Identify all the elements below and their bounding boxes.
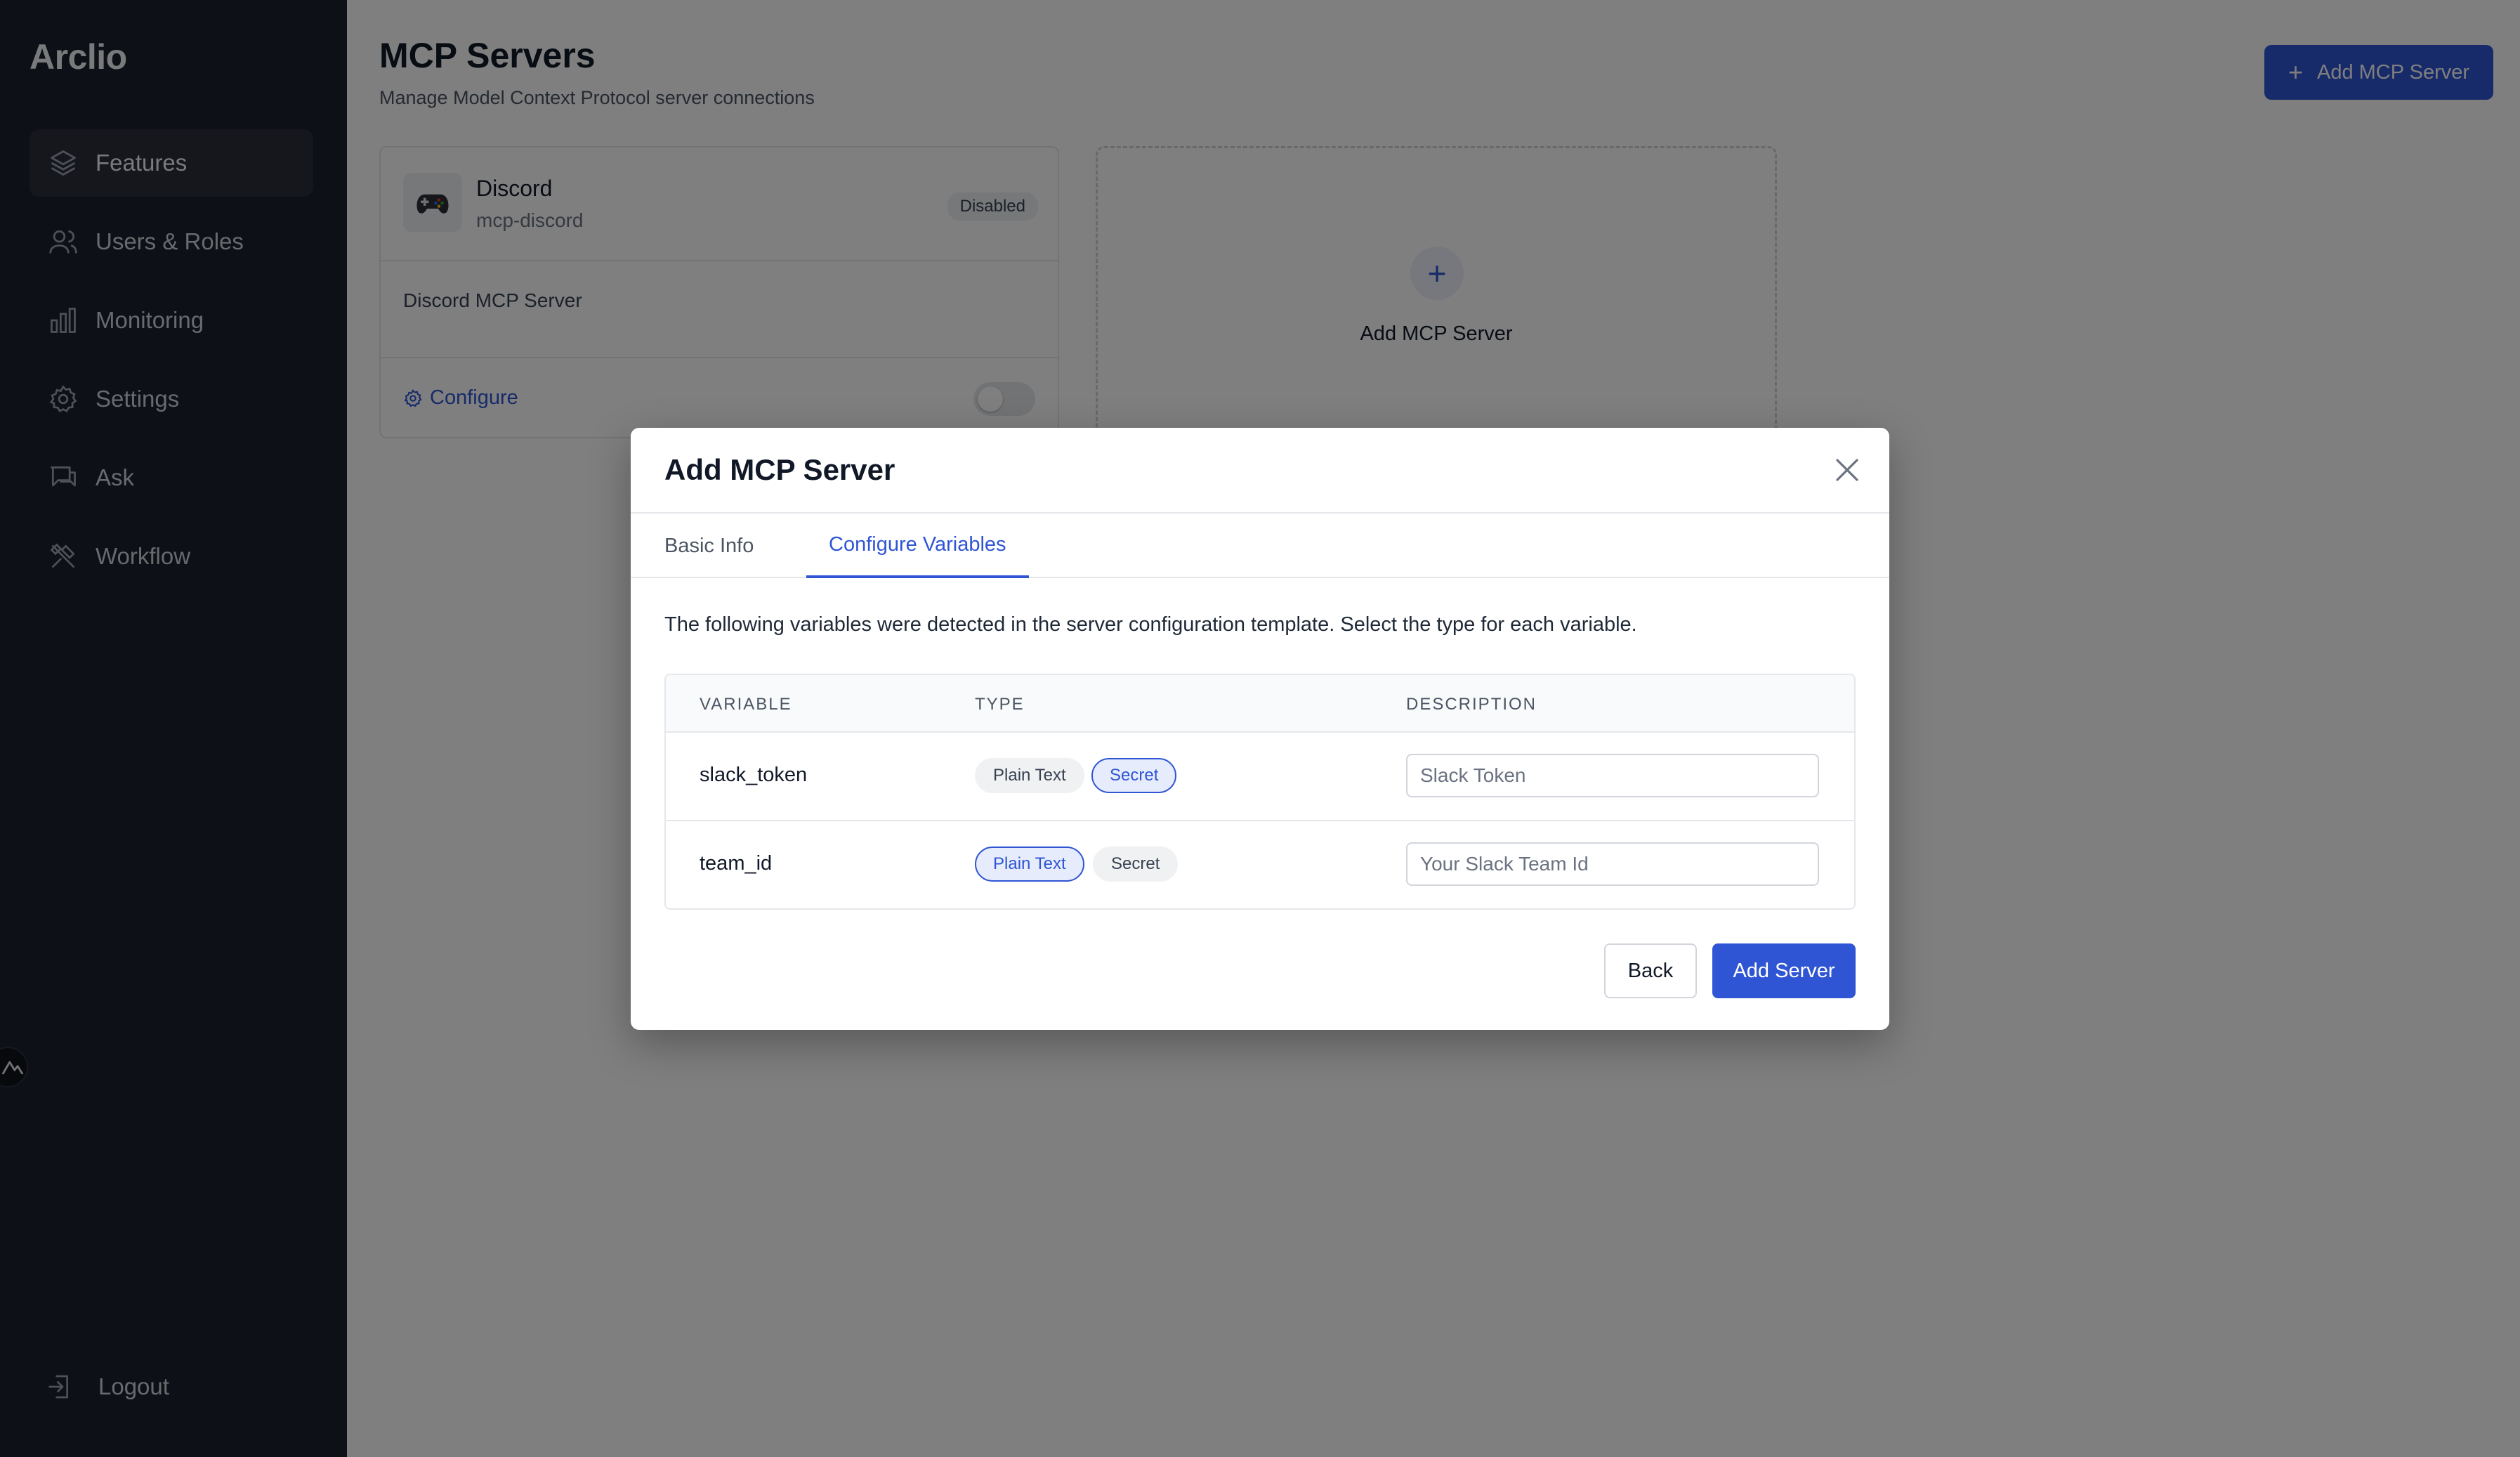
add-mcp-server-modal: Add MCP Server Basic Info Configure Vari… [631,428,1889,1030]
back-button[interactable]: Back [1604,943,1697,998]
add-server-button[interactable]: Add Server [1712,943,1856,998]
modal-tabs: Basic Info Configure Variables [631,514,1889,578]
variables-table: VARIABLE TYPE DESCRIPTION slack_token Pl… [664,674,1856,910]
column-header-variable: VARIABLE [700,695,792,714]
type-option-secret[interactable]: Secret [1093,847,1179,882]
table-row: team_id Plain Text Secret [666,821,1854,908]
table-header: VARIABLE TYPE DESCRIPTION [666,675,1854,733]
table-row: slack_token Plain Text Secret [666,733,1854,821]
column-header-type: TYPE [975,695,1025,714]
variable-description-input[interactable] [1406,754,1819,797]
close-icon[interactable] [1830,453,1864,487]
tab-configure-variables[interactable]: Configure Variables [806,514,1029,578]
column-header-description: DESCRIPTION [1406,695,1537,714]
tab-basic-info[interactable]: Basic Info [664,514,776,578]
modal-description: The following variables were detected in… [664,613,1637,636]
type-option-plain-text[interactable]: Plain Text [975,847,1084,882]
type-option-secret[interactable]: Secret [1091,758,1177,793]
variable-name: slack_token [700,764,808,786]
type-option-plain-text[interactable]: Plain Text [975,758,1084,793]
variable-name: team_id [700,852,773,875]
variable-description-input[interactable] [1406,842,1819,886]
modal-title: Add MCP Server [664,453,895,486]
